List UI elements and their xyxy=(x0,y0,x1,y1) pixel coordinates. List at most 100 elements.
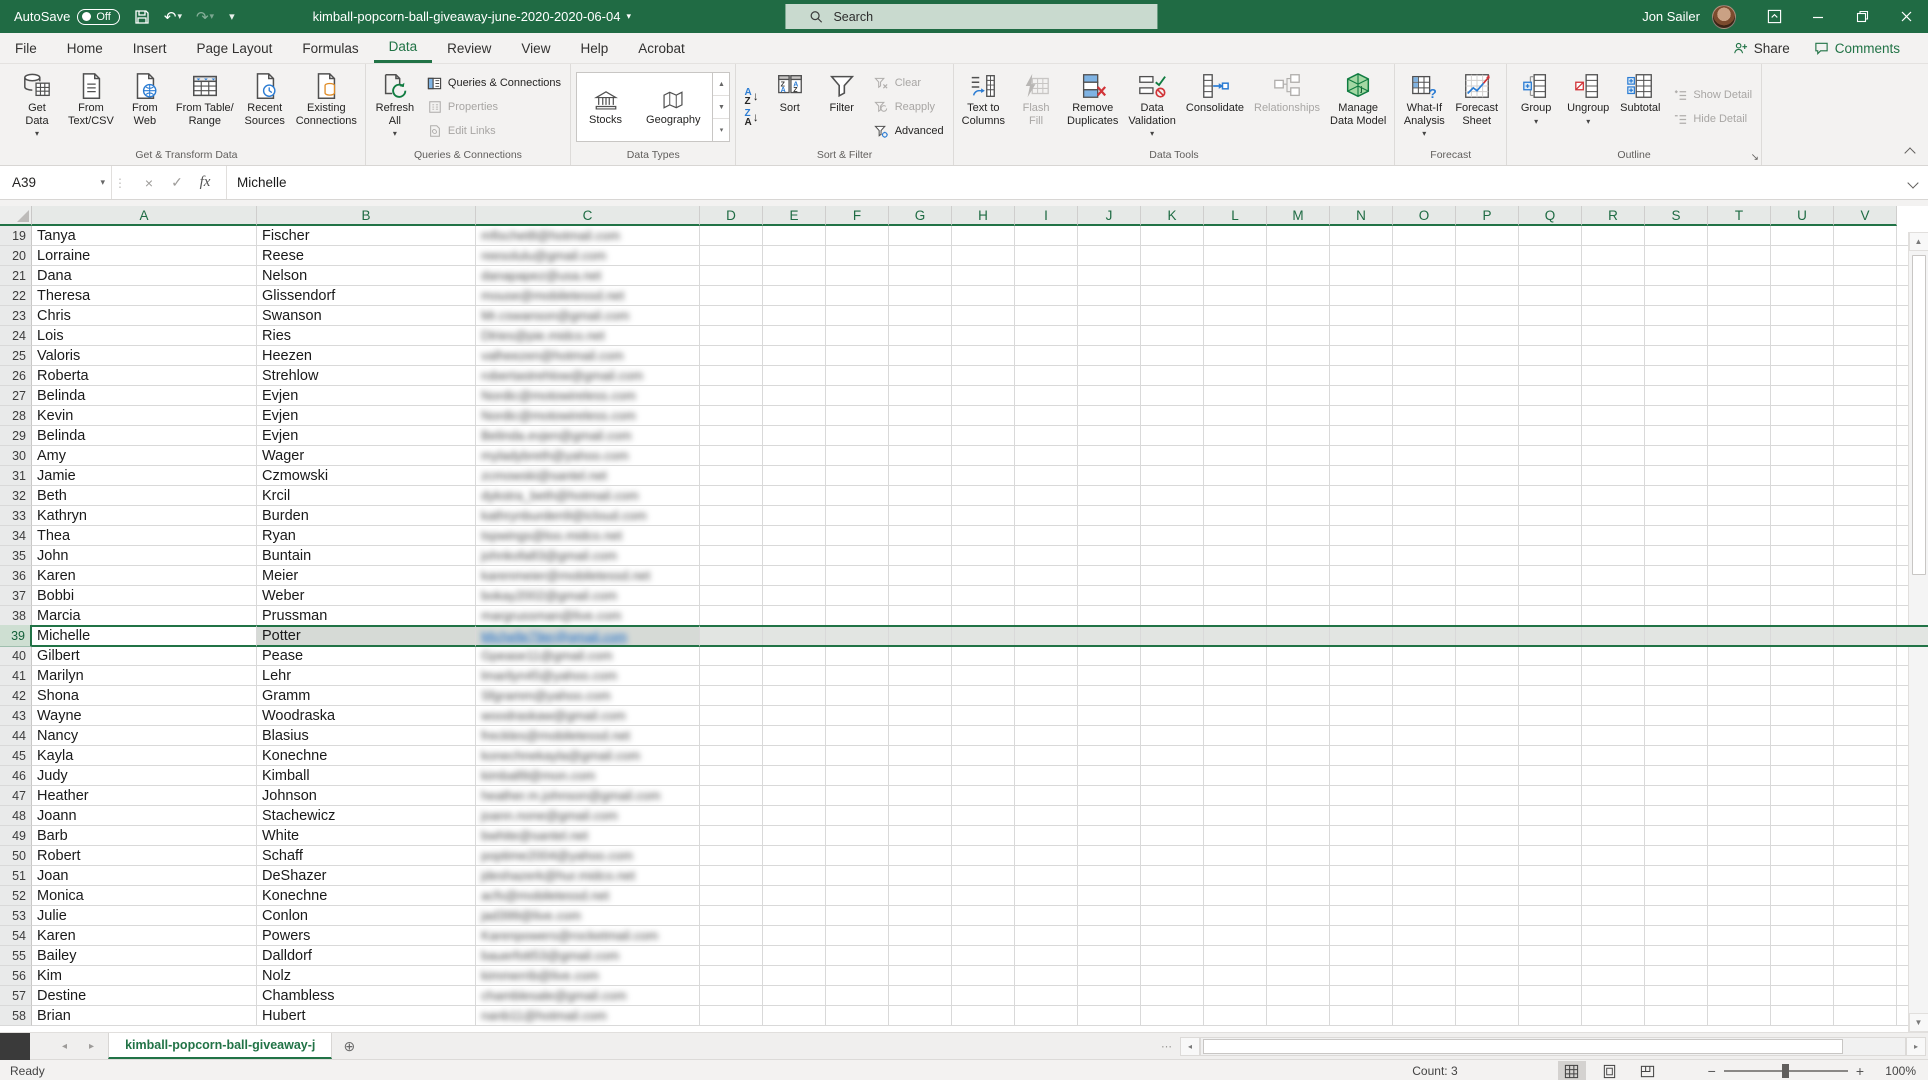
cell-B24[interactable]: Ries xyxy=(257,326,476,346)
cell-C35[interactable]: johnkofa83@gmail.com xyxy=(476,546,700,566)
empty-cells-region[interactable] xyxy=(700,746,1928,766)
cell-C27[interactable]: Nordic@motowireless.com xyxy=(476,386,700,406)
gallery-up-icon[interactable]: ▲ xyxy=(713,73,729,96)
empty-cells-region[interactable] xyxy=(700,406,1928,426)
cell-A39-active[interactable]: Michelle xyxy=(32,625,257,647)
row-header-22[interactable]: 22 xyxy=(0,286,32,306)
column-header-H[interactable]: H xyxy=(952,206,1015,226)
cell-B58[interactable]: Hubert xyxy=(257,1006,476,1026)
tab-data[interactable]: Data xyxy=(374,33,433,63)
cell-B48[interactable]: Stachewicz xyxy=(257,806,476,826)
empty-cells-region[interactable] xyxy=(700,826,1928,846)
forecast-sheet-button[interactable]: Forecast Sheet xyxy=(1450,66,1503,148)
zoom-slider[interactable] xyxy=(1724,1070,1848,1072)
empty-cells-region[interactable] xyxy=(700,625,1928,647)
row-header-32[interactable]: 32 xyxy=(0,486,32,506)
cell-B53[interactable]: Conlon xyxy=(257,906,476,926)
row-header-34[interactable]: 34 xyxy=(0,526,32,546)
column-header-V[interactable]: V xyxy=(1834,206,1897,226)
cell-B31[interactable]: Czmowski xyxy=(257,466,476,486)
empty-cells-region[interactable] xyxy=(700,806,1928,826)
empty-cells-region[interactable] xyxy=(700,246,1928,266)
ribbon-display-options-button[interactable] xyxy=(1752,0,1796,33)
empty-cells-region[interactable] xyxy=(700,526,1928,546)
empty-cells-region[interactable] xyxy=(700,726,1928,746)
edit-links-button[interactable]: Edit Links xyxy=(423,121,565,142)
column-header-D[interactable]: D xyxy=(700,206,763,226)
cell-A50[interactable]: Robert xyxy=(32,846,257,866)
column-header-B[interactable]: B xyxy=(257,206,476,226)
cell-A22[interactable]: Theresa xyxy=(32,286,257,306)
cell-A38[interactable]: Marcia xyxy=(32,606,257,626)
stocks-button[interactable]: Stocks xyxy=(577,73,634,141)
empty-cells-region[interactable] xyxy=(700,366,1928,386)
cell-A25[interactable]: Valoris xyxy=(32,346,257,366)
cell-A54[interactable]: Karen xyxy=(32,926,257,946)
cell-C38[interactable]: margrussman@live.com xyxy=(476,606,700,626)
from-table-range-button[interactable]: From Table/ Range xyxy=(171,66,239,148)
cell-A27[interactable]: Belinda xyxy=(32,386,257,406)
row-header-31[interactable]: 31 xyxy=(0,466,32,486)
cell-B19[interactable]: Fischer xyxy=(257,226,476,246)
sort-descending-button[interactable]: ZA↓ xyxy=(741,109,761,127)
column-header-N[interactable]: N xyxy=(1330,206,1393,226)
empty-cells-region[interactable] xyxy=(700,886,1928,906)
name-box[interactable]: A39 ▾ xyxy=(0,166,112,199)
row-header-36[interactable]: 36 xyxy=(0,566,32,586)
column-header-P[interactable]: P xyxy=(1456,206,1519,226)
group-button[interactable]: Group ▾ xyxy=(1510,66,1562,148)
remove-duplicates-button[interactable]: Remove Duplicates xyxy=(1062,66,1123,148)
cell-C43[interactable]: woodraskaw@gmail.com xyxy=(476,706,700,726)
empty-cells-region[interactable] xyxy=(700,606,1928,626)
empty-cells-region[interactable] xyxy=(700,446,1928,466)
row-header-46[interactable]: 46 xyxy=(0,766,32,786)
cell-A48[interactable]: Joann xyxy=(32,806,257,826)
cell-C28[interactable]: Nordic@motowireless.com xyxy=(476,406,700,426)
cell-A51[interactable]: Joan xyxy=(32,866,257,886)
cell-A53[interactable]: Julie xyxy=(32,906,257,926)
cell-C45[interactable]: konechnekayla@gmail.com xyxy=(476,746,700,766)
sort-button[interactable]: ZAAZ Sort xyxy=(764,66,816,148)
cell-A21[interactable]: Dana xyxy=(32,266,257,286)
row-header-33[interactable]: 33 xyxy=(0,506,32,526)
row-header-23[interactable]: 23 xyxy=(0,306,32,326)
cell-A43[interactable]: Wayne xyxy=(32,706,257,726)
cell-A26[interactable]: Roberta xyxy=(32,366,257,386)
cell-B26[interactable]: Strehlow xyxy=(257,366,476,386)
empty-cells-region[interactable] xyxy=(700,986,1928,1006)
sheet-tab-active[interactable]: kimball-popcorn-ball-giveaway-j xyxy=(108,1033,332,1059)
empty-cells-region[interactable] xyxy=(700,326,1928,346)
cell-C36[interactable]: karenmeier@mobiletessd.net xyxy=(476,566,700,586)
row-header-44[interactable]: 44 xyxy=(0,726,32,746)
clear-filter-button[interactable]: Clear xyxy=(870,73,948,94)
empty-cells-region[interactable] xyxy=(700,786,1928,806)
search-input[interactable]: Search xyxy=(785,4,1157,29)
row-header-57[interactable]: 57 xyxy=(0,986,32,1006)
cell-C37[interactable]: bokay2002@gmail.com xyxy=(476,586,700,606)
cell-C22[interactable]: mouse@mobiletessd.net xyxy=(476,286,700,306)
scroll-right-button[interactable]: ▸ xyxy=(1906,1037,1926,1056)
cell-A45[interactable]: Kayla xyxy=(32,746,257,766)
cell-C20[interactable]: reesolulu@gmail.com xyxy=(476,246,700,266)
row-header-54[interactable]: 54 xyxy=(0,926,32,946)
cell-A34[interactable]: Thea xyxy=(32,526,257,546)
cell-C51[interactable]: jdeshazerk@hur.midco.net xyxy=(476,866,700,886)
row-header-47[interactable]: 47 xyxy=(0,786,32,806)
cell-C19[interactable]: mfischet8@hotmail.com xyxy=(476,226,700,246)
normal-view-button[interactable] xyxy=(1558,1061,1586,1080)
name-box-dropdown-icon[interactable]: ▾ xyxy=(100,177,105,188)
next-sheet-button[interactable]: ▸ xyxy=(89,1041,94,1052)
cell-C55[interactable]: bauerfott53@gmail.com xyxy=(476,946,700,966)
cell-A30[interactable]: Amy xyxy=(32,446,257,466)
get-data-button[interactable]: Get Data ▾ xyxy=(11,66,63,148)
cell-A44[interactable]: Nancy xyxy=(32,726,257,746)
redo-button[interactable]: ↷▾ xyxy=(196,8,214,26)
page-layout-view-button[interactable] xyxy=(1596,1061,1624,1080)
column-header-Q[interactable]: Q xyxy=(1519,206,1582,226)
cell-A41[interactable]: Marilyn xyxy=(32,666,257,686)
column-header-K[interactable]: K xyxy=(1141,206,1204,226)
empty-cells-region[interactable] xyxy=(700,926,1928,946)
scroll-left-button[interactable]: ◂ xyxy=(1180,1037,1200,1056)
cell-C32[interactable]: dykstra_beth@hotmail.com xyxy=(476,486,700,506)
cell-B21[interactable]: Nelson xyxy=(257,266,476,286)
